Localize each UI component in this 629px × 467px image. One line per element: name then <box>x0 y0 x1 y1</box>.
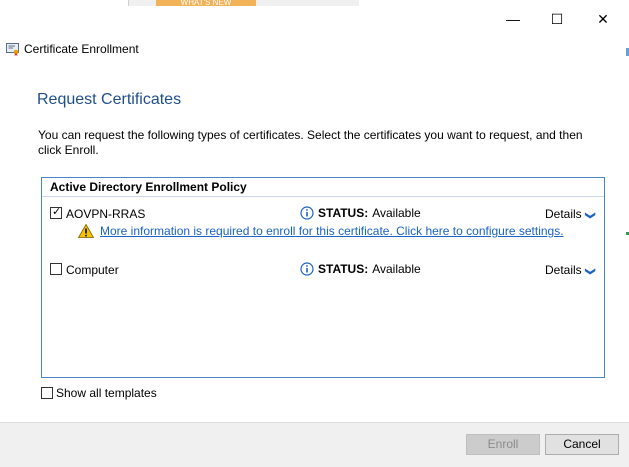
close-button[interactable]: ✕ <box>580 8 626 30</box>
background-whats-new-tab: WHAT'S NEW <box>156 0 256 6</box>
certificate-icon <box>6 43 19 56</box>
certificate-row-aovpn-rras: ✓ AOVPN-RRAS STATUS: Available Details ❯ … <box>50 206 598 238</box>
window-title-bar: Certificate Enrollment <box>6 42 139 56</box>
show-all-templates[interactable]: Show all templates <box>41 386 157 400</box>
show-all-templates-checkbox[interactable] <box>41 387 53 399</box>
status-value: Available <box>372 206 421 220</box>
certificate-checkbox-aovpn-rras[interactable]: ✓ <box>50 206 62 219</box>
cancel-button[interactable]: Cancel <box>545 434 619 455</box>
policy-header: Active Directory Enrollment Policy <box>42 178 604 197</box>
details-label: Details <box>545 263 582 277</box>
status-label: STATUS: <box>318 206 369 220</box>
chevron-down-icon: ❯ <box>584 267 596 276</box>
certificate-row-computer: Computer STATUS: Available Details ❯ <box>50 262 598 278</box>
details-label: Details <box>545 207 582 221</box>
page-title: Request Certificates <box>37 91 182 108</box>
window-title: Certificate Enrollment <box>24 42 139 56</box>
chevron-down-icon: ❯ <box>584 211 596 220</box>
configure-settings-link[interactable]: More information is required to enroll f… <box>100 224 564 238</box>
certificate-status: STATUS: Available <box>300 206 421 220</box>
enroll-button[interactable]: Enroll <box>466 434 540 455</box>
show-all-templates-label: Show all templates <box>56 386 157 400</box>
dialog-footer: Enroll Cancel <box>0 422 629 467</box>
intro-text: You can request the following types of c… <box>38 128 583 157</box>
configure-settings-warning: More information is required to enroll f… <box>78 224 564 238</box>
status-value: Available <box>372 262 421 276</box>
checkmark-icon: ✓ <box>52 206 62 218</box>
certificate-name: Computer <box>66 263 119 277</box>
warning-icon <box>78 224 94 238</box>
details-toggle-computer[interactable]: Details ❯ <box>545 263 596 277</box>
enrollment-policy-panel: Active Directory Enrollment Policy ✓ AOV… <box>41 177 605 378</box>
maximize-button[interactable]: ☐ <box>534 8 580 30</box>
certificate-name: AOVPN-RRAS <box>66 207 146 221</box>
status-label: STATUS: <box>318 262 369 276</box>
info-icon <box>300 262 314 276</box>
info-icon <box>300 206 314 220</box>
certificate-status: STATUS: Available <box>300 262 421 276</box>
minimize-button[interactable]: — <box>490 8 536 30</box>
certificate-checkbox-computer[interactable] <box>50 263 62 275</box>
details-toggle-aovpn-rras[interactable]: Details ❯ <box>545 207 596 221</box>
